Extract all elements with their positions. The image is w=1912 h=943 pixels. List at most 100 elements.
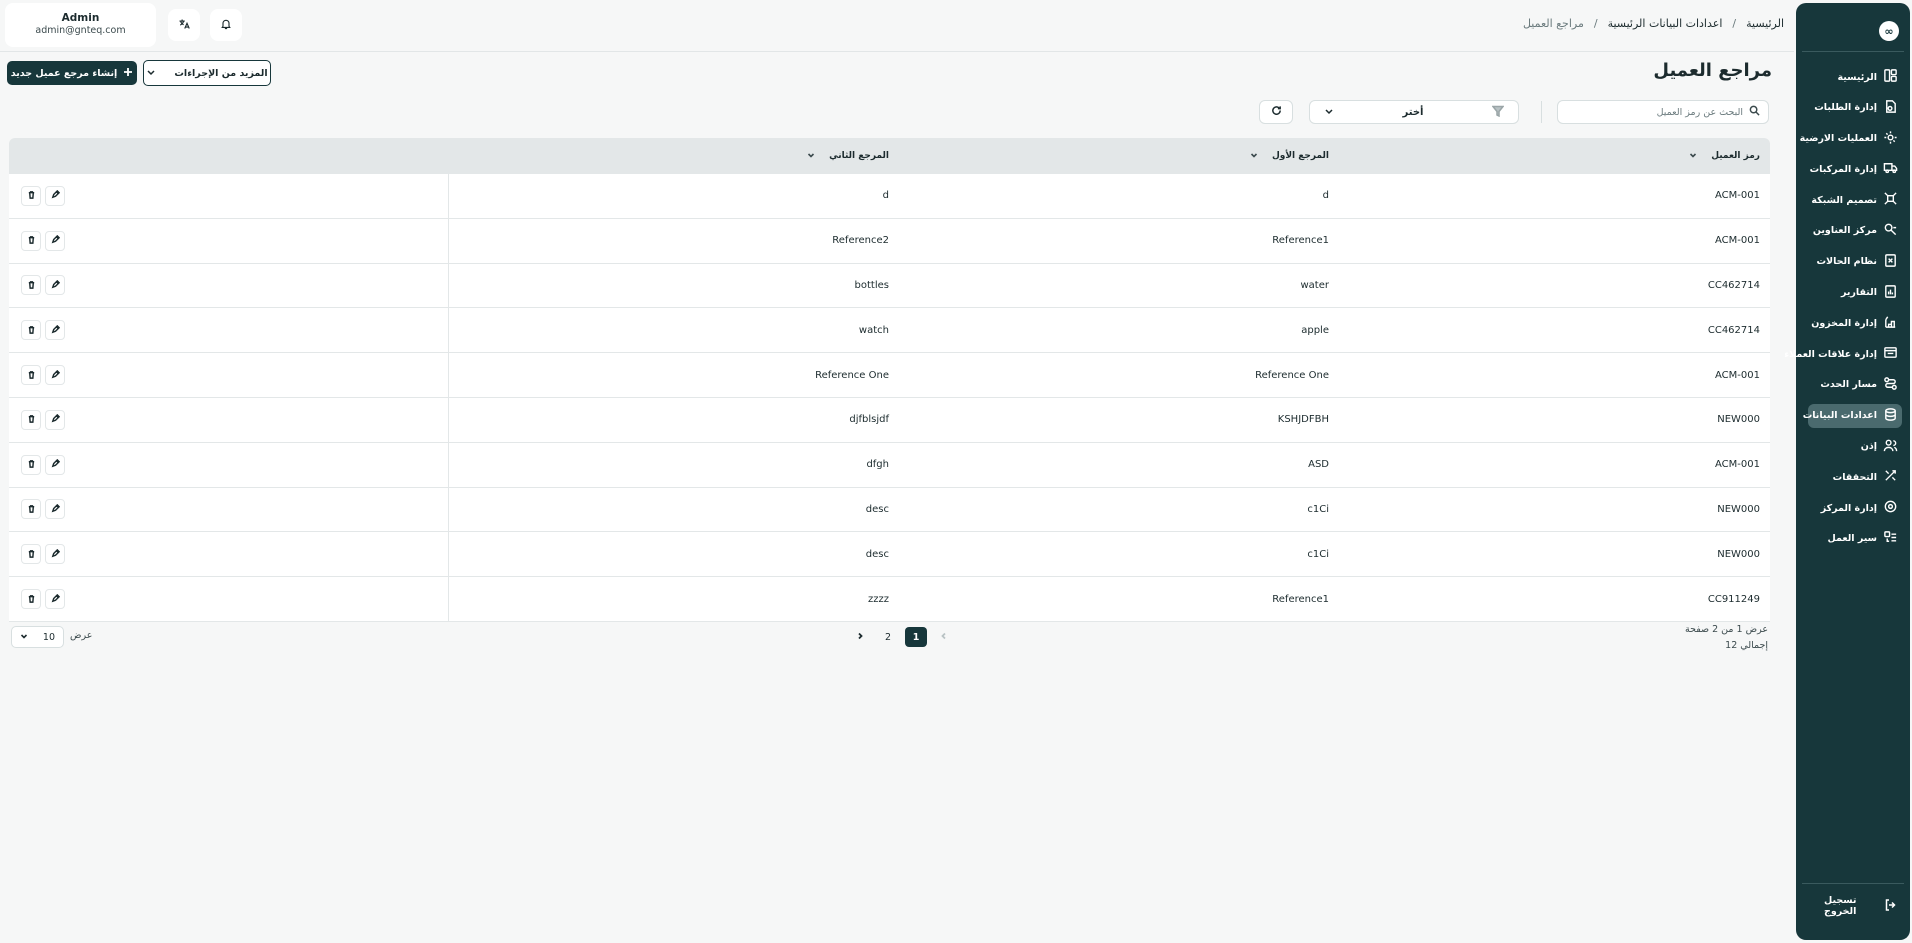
sidebar-item-route[interactable]: مسار الحدث — [1808, 373, 1902, 397]
next-page-button[interactable] — [849, 627, 871, 647]
sidebar-item-label: إذن — [1860, 441, 1877, 453]
chevron-left-icon — [940, 632, 948, 643]
table-row: NEW000 c1Ci desc — [9, 487, 1770, 533]
delete-button[interactable] — [21, 185, 41, 206]
delete-button[interactable] — [21, 365, 41, 386]
table-row: ACM-001 ASD dfgh — [9, 442, 1770, 488]
sidebar-item-users[interactable]: إذن — [1808, 435, 1902, 459]
create-customer-reference-button[interactable]: إنشاء مرجع عميل جديد — [7, 61, 137, 85]
first-reference-cell: d — [1322, 190, 1329, 202]
user-card[interactable]: Admin admin@gnteq.com — [5, 3, 156, 47]
delete-button[interactable] — [21, 275, 41, 296]
page-size-select[interactable]: 10 — [11, 626, 64, 648]
sidebar-item-truck[interactable]: إدارة المركبات — [1808, 157, 1902, 181]
sidebar-item-inventory[interactable]: إدارة المخزون — [1808, 311, 1902, 335]
edit-button[interactable] — [45, 499, 65, 520]
column-label: المرجع الثاني — [829, 151, 889, 161]
sidebar-item-label: إدارة المخزون — [1811, 317, 1877, 329]
pencil-icon — [51, 279, 60, 292]
breadcrumb-section[interactable]: اعدادات البيانات الرئيسية — [1608, 17, 1723, 30]
page-button-2[interactable]: 2 — [877, 627, 899, 647]
first-reference-cell: water — [1300, 279, 1330, 291]
delete-button[interactable] — [21, 544, 41, 565]
sidebar-item-database[interactable]: اعدادات البيانات — [1803, 403, 1902, 428]
row-actions — [9, 308, 449, 353]
search-input[interactable] — [1566, 106, 1743, 118]
sidebar-item-label: الرئيسية — [1837, 71, 1877, 83]
edit-button[interactable] — [45, 365, 65, 386]
sidebar-item-label: إدارة المركز — [1820, 502, 1877, 514]
address-icon — [1883, 222, 1898, 240]
edit-button[interactable] — [45, 544, 65, 565]
sidebar-item-status[interactable]: نظام الحالات — [1808, 250, 1902, 274]
second-reference-cell: desc — [865, 503, 889, 515]
sidebar-item-label: إدارة الطلبات — [1814, 102, 1877, 114]
delete-button[interactable] — [21, 589, 41, 610]
row-actions — [9, 397, 449, 442]
sidebar-item-reports[interactable]: التقارير — [1808, 281, 1902, 305]
trash-icon — [27, 279, 36, 292]
translate-button[interactable] — [168, 9, 200, 41]
filter-selected-value: أختر — [1402, 106, 1424, 118]
search-box[interactable] — [1557, 100, 1769, 124]
sidebar-item-ground-ops[interactable]: العمليات الارضية — [1800, 127, 1902, 151]
edit-button[interactable] — [45, 454, 65, 475]
sidebar-item-address[interactable]: مركز العناوين — [1808, 219, 1902, 243]
chevron-down-icon — [1324, 106, 1334, 119]
breadcrumb-separator: / — [1732, 17, 1737, 30]
edit-button[interactable] — [45, 185, 65, 206]
first-reference-cell: KSHJDFBH — [1277, 414, 1329, 426]
row-actions — [9, 353, 449, 397]
customer-code-cell: ACM-001 — [1715, 190, 1760, 202]
row-actions — [9, 487, 449, 532]
notifications-button[interactable] — [210, 9, 242, 41]
delete-button[interactable] — [21, 454, 41, 475]
sidebar-divider — [1802, 883, 1904, 884]
reports-icon — [1883, 284, 1898, 302]
filter-select[interactable]: أختر — [1309, 100, 1519, 124]
refresh-button[interactable] — [1259, 100, 1293, 124]
breadcrumb-home[interactable]: الرئيسية — [1746, 17, 1784, 30]
edit-button[interactable] — [45, 320, 65, 341]
sidebar-item-dashboard[interactable]: الرئيسية — [1808, 65, 1902, 89]
edit-button[interactable] — [45, 409, 65, 430]
sidebar-item-orders[interactable]: إدارة الطلبات — [1808, 96, 1902, 120]
edit-button[interactable] — [45, 230, 65, 251]
logo-icon[interactable]: ∞ — [1879, 21, 1899, 41]
sidebar-item-workflow[interactable]: سير العمل — [1808, 527, 1902, 551]
second-reference-cell: Reference One — [815, 369, 889, 381]
delete-button[interactable] — [21, 230, 41, 251]
trash-icon — [27, 234, 36, 247]
delete-button[interactable] — [21, 499, 41, 520]
pencil-icon — [51, 189, 60, 202]
more-actions-button[interactable]: المزيد من الإجراءات — [143, 60, 271, 86]
sidebar-item-tools[interactable]: التحققات — [1808, 465, 1902, 489]
page-button-1[interactable]: 1 — [905, 627, 927, 647]
create-label: إنشاء مرجع عميل جديد — [10, 67, 118, 79]
pagination: 2 1 — [849, 627, 955, 647]
chevron-down-icon — [1689, 151, 1697, 162]
breadcrumb-current: مراجع العميل — [1522, 17, 1584, 30]
edit-button[interactable] — [45, 275, 65, 296]
column-header-first-reference[interactable]: المرجع الأول — [1250, 138, 1329, 174]
customer-code-cell: ACM-001 — [1715, 459, 1760, 471]
sidebar-nav: الرئيسية إدارة الطلبات العمليات الارضية إدا… — [1784, 65, 1902, 558]
second-reference-cell: bottles — [854, 279, 889, 291]
pagination-info: عرض 1 من 2 صفحة إجمالي 12 — [1685, 622, 1768, 654]
trash-icon — [27, 189, 36, 202]
logout-button[interactable]: تسجيل الخروج — [1824, 895, 1898, 917]
edit-button[interactable] — [45, 589, 65, 610]
previous-page-button[interactable] — [933, 627, 955, 647]
delete-button[interactable] — [21, 409, 41, 430]
delete-button[interactable] — [21, 320, 41, 341]
sidebar-item-hub[interactable]: إدارة المركز — [1808, 496, 1902, 520]
sidebar-item-crm[interactable]: إدارة علاقات العملاء — [1784, 342, 1902, 366]
sidebar-item-label: نظام الحالات — [1816, 256, 1877, 268]
sidebar-item-network[interactable]: تصميم الشبكة — [1808, 188, 1902, 212]
chevron-down-icon — [146, 67, 156, 80]
table-row: NEW000 c1Ci desc — [9, 532, 1770, 578]
user-email: admin@gnteq.com — [35, 25, 126, 36]
column-header-second-reference[interactable]: المرجع الثاني — [807, 138, 889, 174]
column-header-customer-code[interactable]: رمز العميل — [1689, 138, 1760, 174]
customer-code-cell: NEW000 — [1717, 414, 1760, 426]
